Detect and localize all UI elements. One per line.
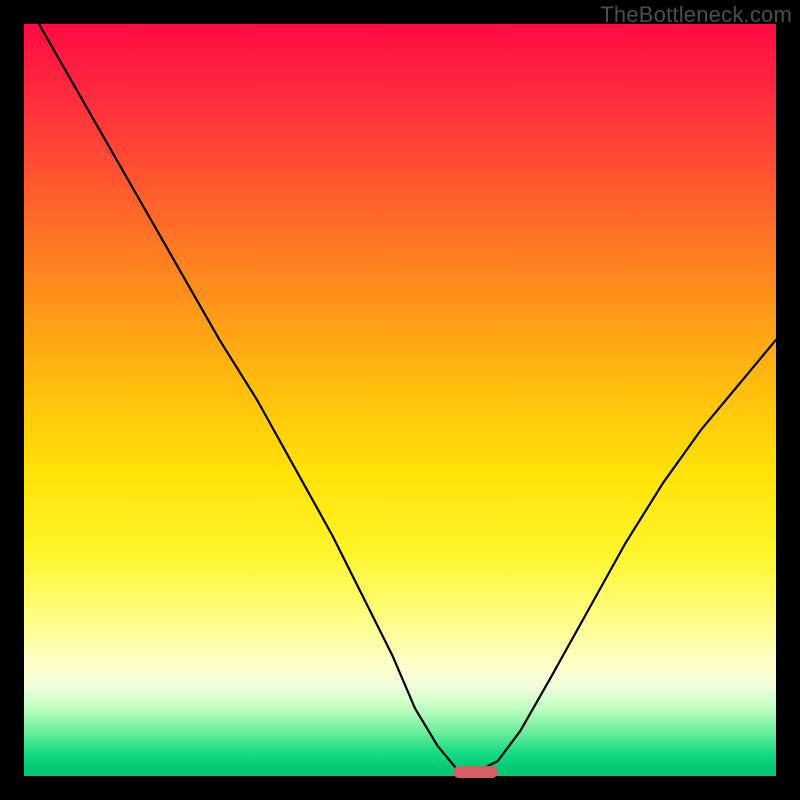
bottleneck-curve bbox=[24, 24, 776, 776]
optimal-marker bbox=[453, 766, 498, 778]
curve-polyline bbox=[39, 24, 776, 772]
plot-area bbox=[24, 24, 776, 776]
chart-frame: TheBottleneck.com bbox=[0, 0, 800, 800]
